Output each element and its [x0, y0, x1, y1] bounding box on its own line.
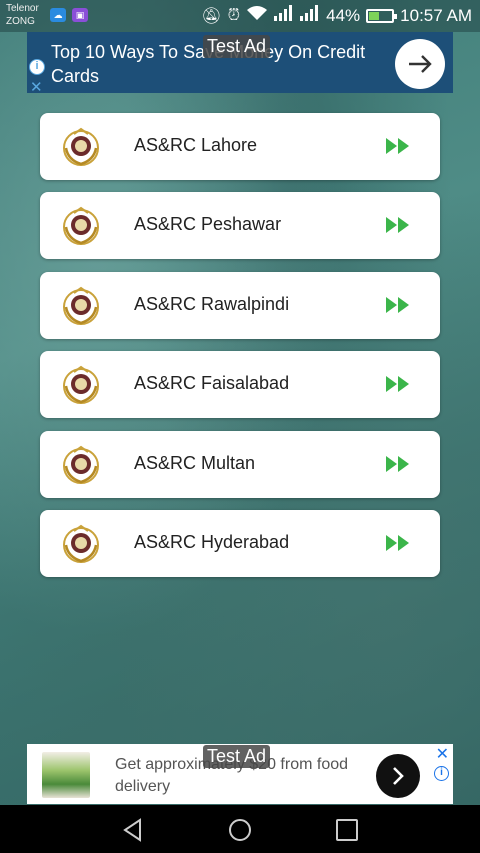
list-item[interactable]: AS&RC Rawalpindi — [40, 272, 440, 339]
fast-forward-icon[interactable] — [386, 376, 410, 392]
test-ad-label: Test Ad — [203, 35, 271, 58]
status-bar: Telenor ZONG ☁ ▣ 🔕︎ ⏰︎ 44% 10:57 AM — [0, 0, 480, 32]
list-item-label: AS&RC Peshawar — [134, 214, 282, 234]
carrier-name-1: Telenor — [6, 3, 39, 14]
emblem-icon — [63, 127, 99, 166]
alarm-icon: ⏰︎ — [227, 6, 241, 24]
emblem-icon — [63, 286, 99, 325]
fast-forward-icon[interactable] — [386, 217, 410, 233]
list-item-label: AS&RC Faisalabad — [134, 373, 290, 393]
system-status: 🔕︎ ⏰︎ 44% 10:57 AM — [201, 5, 472, 26]
ad-thumbnail[interactable] — [42, 752, 90, 798]
chevron-right-icon — [393, 767, 404, 785]
gallery-app-icon: ▣ — [72, 8, 88, 22]
battery-level — [369, 11, 379, 20]
notification-icons: ☁ ▣ — [50, 8, 88, 22]
ad-close-icon[interactable]: ✕ — [30, 78, 43, 96]
list-item-label: AS&RC Rawalpindi — [134, 294, 290, 314]
fast-forward-icon[interactable] — [386, 456, 410, 472]
carrier-name-2: ZONG — [6, 16, 35, 27]
fast-forward-icon[interactable] — [386, 297, 410, 313]
ad-go-button[interactable] — [376, 754, 420, 798]
signal-icon — [300, 5, 320, 26]
back-icon[interactable] — [120, 817, 146, 843]
emblem-icon — [63, 445, 99, 484]
emblem-icon — [63, 524, 99, 563]
list-item[interactable]: AS&RC Peshawar — [40, 192, 440, 259]
recents-icon[interactable] — [334, 817, 360, 843]
home-icon[interactable] — [227, 817, 253, 843]
emblem-icon — [63, 365, 99, 404]
ad-close-icon[interactable]: ✕ — [436, 744, 449, 764]
clock: 10:57 AM — [400, 5, 472, 25]
list-item[interactable]: AS&RC Lahore — [40, 113, 440, 180]
ad-info-icon[interactable]: i — [434, 766, 449, 781]
mute-icon: 🔕︎ — [201, 7, 222, 25]
chat-app-icon: ☁ — [50, 8, 66, 22]
list-item-label: AS&RC Hyderabad — [134, 532, 290, 552]
list-item[interactable]: AS&RC Hyderabad — [40, 510, 440, 577]
emblem-icon — [63, 206, 99, 245]
signal-icon — [274, 5, 294, 26]
list-item[interactable]: AS&RC Faisalabad — [40, 351, 440, 418]
ad-info-icon[interactable]: i — [29, 59, 45, 75]
carrier-info: Telenor ZONG — [6, 2, 39, 28]
fast-forward-icon[interactable] — [386, 138, 410, 154]
list-item[interactable]: AS&RC Multan — [40, 431, 440, 498]
arrow-right-icon — [409, 55, 432, 73]
battery-icon — [366, 8, 398, 23]
ad-arrow-button[interactable] — [395, 39, 445, 89]
fast-forward-icon[interactable] — [386, 535, 410, 551]
wifi-icon — [246, 5, 268, 26]
test-ad-label: Test Ad — [203, 745, 271, 768]
list-item-label: AS&RC Lahore — [134, 135, 258, 155]
navigation-bar — [0, 805, 480, 853]
list-item-label: AS&RC Multan — [134, 453, 256, 473]
battery-percent: 44% — [326, 5, 361, 25]
